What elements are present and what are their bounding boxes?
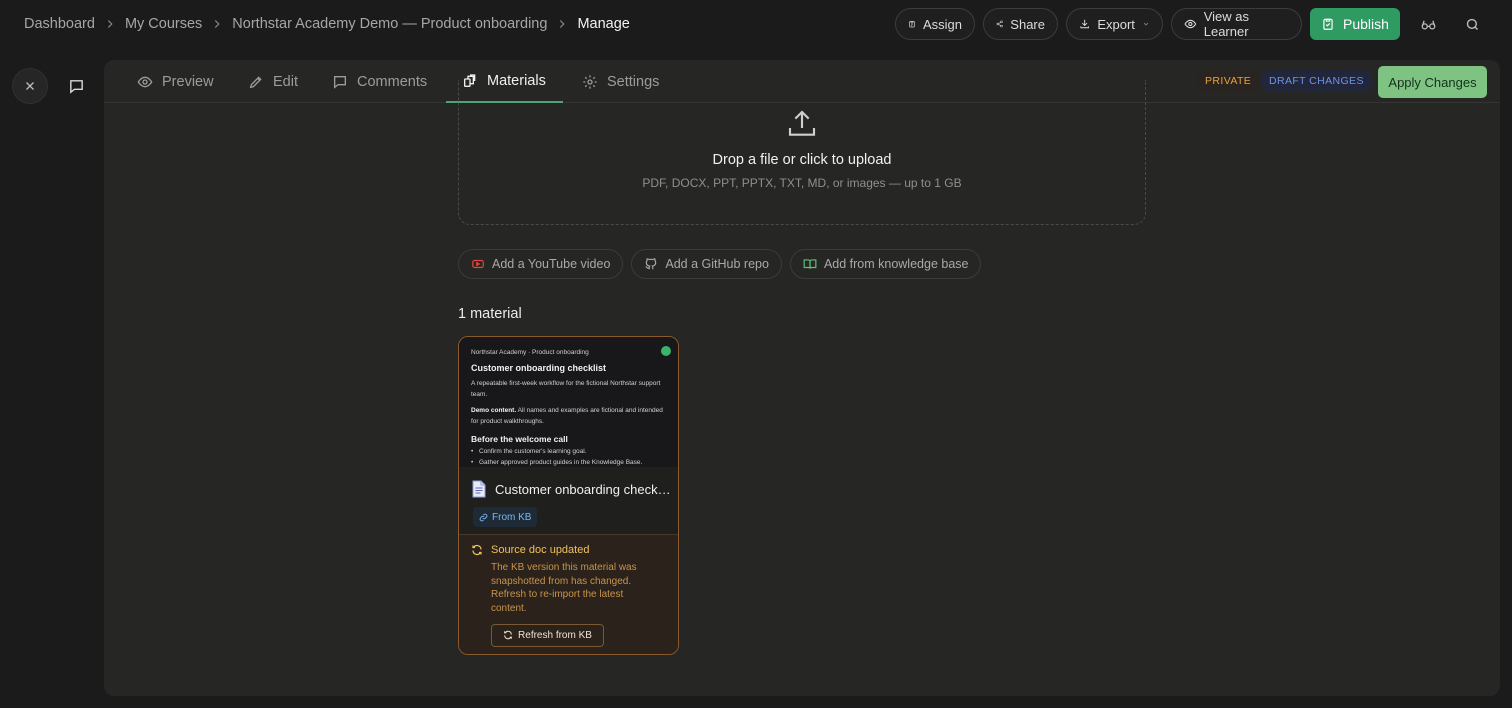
publish-button[interactable]: Publish <box>1310 8 1400 40</box>
from-kb-badge: From KB <box>473 507 538 527</box>
tab-preview[interactable]: Preview <box>121 60 230 103</box>
breadcrumb-course[interactable]: Northstar Academy Demo — Product onboard… <box>232 16 547 32</box>
upload-icon <box>788 110 816 136</box>
view-as-learner-button[interactable]: View as Learner <box>1171 8 1302 40</box>
material-title-row: Customer onboarding checklist <box>471 480 671 498</box>
chevron-right-icon <box>560 20 566 28</box>
preview-demo-label: Demo content. <box>471 407 517 414</box>
export-dropdown[interactable]: Export <box>1066 8 1163 40</box>
refresh-warning-icon <box>472 544 482 556</box>
eye-icon <box>1184 19 1197 29</box>
add-github-label: Add a GitHub repo <box>665 257 769 271</box>
preview-bullet: Gather approved product guides in the Kn… <box>471 459 666 466</box>
pencil-icon <box>249 75 262 88</box>
close-icon <box>26 82 34 90</box>
tab-comments[interactable]: Comments <box>316 60 443 103</box>
chevron-right-icon <box>107 20 113 28</box>
source-buttons: Add a YouTube video Add a GitHub repo Ad… <box>458 249 982 279</box>
materials-count: 1 material <box>458 306 522 322</box>
tab-edit[interactable]: Edit <box>232 60 314 103</box>
chat-button[interactable] <box>58 68 94 104</box>
youtube-icon <box>472 259 484 269</box>
top-bar: Dashboard My Courses Northstar Academy D… <box>0 0 1512 48</box>
main-panel: Preview Edit Comments Materials Settings… <box>104 60 1500 696</box>
preview-title: Customer onboarding checklist <box>471 363 607 373</box>
preview-section: Before the welcome call <box>471 434 568 444</box>
glasses-icon <box>1421 20 1435 29</box>
github-icon <box>645 258 657 270</box>
refresh-from-kb-button[interactable]: Refresh from KB <box>491 623 604 647</box>
share-button[interactable]: Share <box>983 8 1058 40</box>
add-knowledge-base-button[interactable]: Add from knowledge base <box>789 249 982 279</box>
notice-body: The KB version this material was snapsho… <box>491 562 637 615</box>
add-knowledge-base-label: Add from knowledge base <box>823 257 969 271</box>
add-youtube-button[interactable]: Add a YouTube video <box>458 249 624 279</box>
link-icon <box>479 513 488 521</box>
material-preview: Northstar Academy · Product onboarding C… <box>459 337 678 467</box>
tab-label: Comments <box>357 73 428 90</box>
notice-header: Source doc updated <box>471 544 666 556</box>
download-icon <box>1080 19 1089 29</box>
chevron-right-icon <box>215 20 220 28</box>
preview-kicker: Northstar Academy · Product onboarding <box>471 349 589 356</box>
apply-changes-button[interactable]: Apply Changes <box>1378 66 1487 98</box>
close-button[interactable] <box>12 68 48 104</box>
from-kb-label: From KB <box>492 511 532 523</box>
upload-title: Drop a file or click to upload <box>712 152 892 168</box>
preview-demo-note: Demo content. All names and examples are… <box>471 405 666 427</box>
draft-changes-badge: DRAFT CHANGES <box>1260 70 1373 92</box>
chat-icon <box>69 79 83 94</box>
breadcrumb-current: Manage <box>577 16 630 32</box>
assign-label: Assign <box>922 16 962 32</box>
clipboard-check-icon <box>1323 18 1333 30</box>
search-button[interactable] <box>1456 8 1488 40</box>
breadcrumb: Dashboard My Courses Northstar Academy D… <box>24 0 630 48</box>
chevron-down-icon <box>1143 22 1149 26</box>
comment-icon <box>334 75 346 89</box>
upload-subtitle: PDF, DOCX, PPT, PPTX, TXT, MD, or images… <box>642 176 962 190</box>
material-card[interactable]: Northstar Academy · Product onboarding C… <box>458 336 679 655</box>
add-github-button[interactable]: Add a GitHub repo <box>631 249 782 279</box>
source-updated-notice: Source doc updated The KB version this m… <box>459 534 678 654</box>
breadcrumb-dashboard[interactable]: Dashboard <box>24 16 95 32</box>
preview-intro: A repeatable first-week workflow for the… <box>471 380 661 398</box>
material-name: Customer onboarding checklist <box>495 481 671 497</box>
tab-label: Edit <box>273 73 298 90</box>
tab-label: Preview <box>162 73 214 90</box>
share-icon <box>996 20 1003 28</box>
book-icon <box>803 259 817 269</box>
add-youtube-label: Add a YouTube video <box>492 257 611 271</box>
status-dot <box>661 346 671 356</box>
notice-title: Source doc updated <box>491 544 590 556</box>
refresh-label: Refresh from KB <box>518 629 592 641</box>
upload-dropzone[interactable]: Drop a file or click to upload PDF, DOCX… <box>458 80 1146 225</box>
export-label: Export <box>1097 16 1135 32</box>
glasses-button[interactable] <box>1412 8 1444 40</box>
refresh-icon <box>504 631 512 640</box>
document-icon <box>472 480 486 498</box>
eye-icon <box>137 76 153 87</box>
search-icon <box>1466 18 1478 30</box>
view-as-learner-label: View as Learner <box>1203 9 1250 39</box>
assign-button[interactable]: Assign <box>895 8 975 40</box>
publish-label: Publish <box>1343 16 1389 32</box>
preview-bullet: Confirm the customer's learning goal. <box>471 448 666 455</box>
breadcrumb-my-courses[interactable]: My Courses <box>125 16 202 32</box>
share-label: Share <box>1010 16 1045 32</box>
clipboard-icon <box>909 21 915 28</box>
private-badge: PRIVATE <box>1196 70 1261 92</box>
